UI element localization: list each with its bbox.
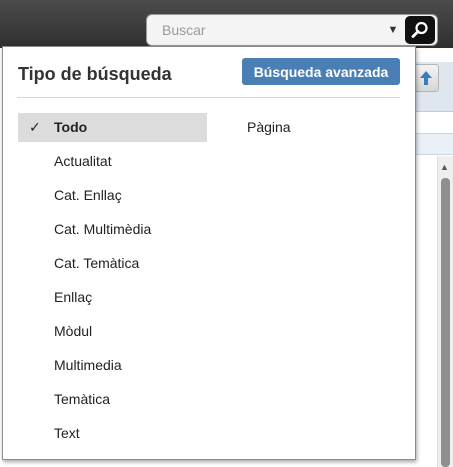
scroll-up-icon[interactable]: ▲ <box>440 162 449 172</box>
type-item-label: Cat. Multimèdia <box>54 221 152 237</box>
type-item-label: Mòdul <box>54 323 93 339</box>
scrollbar-thumb[interactable] <box>441 178 450 467</box>
advanced-search-button[interactable]: Búsqueda avanzada <box>242 58 400 85</box>
type-item-cat-tematica[interactable]: Cat. Temàtica <box>18 249 207 283</box>
panel-title: Tipo de búsqueda <box>18 64 172 84</box>
search-button[interactable] <box>405 16 435 44</box>
search-type-list: ✓ Todo Actualitat Cat. Enllaç Cat. Multi… <box>18 113 207 453</box>
search-box: ▼ <box>146 14 438 46</box>
type-item-cat-multimedia[interactable]: Cat. Multimèdia <box>18 215 207 249</box>
type-item-modul[interactable]: Mòdul <box>18 317 207 351</box>
type-item-multimedia[interactable]: Multimedia <box>18 351 207 385</box>
type-item-label: Multimedia <box>54 357 122 373</box>
type-item-tematica[interactable]: Temàtica <box>18 385 207 419</box>
background-header-row <box>415 133 453 155</box>
divider <box>17 97 400 98</box>
secondary-type-list: Pàgina <box>247 113 291 142</box>
check-icon: ✓ <box>29 119 41 135</box>
type-item-label: Todo <box>54 119 88 135</box>
type-item-label: Enllaç <box>54 289 93 305</box>
type-item-label: Actualitat <box>54 153 112 169</box>
magnifier-icon <box>411 21 428 38</box>
type-item-pagina[interactable]: Pàgina <box>247 113 291 142</box>
type-item-enllac[interactable]: Enllaç <box>18 283 207 317</box>
type-item-text[interactable]: Text <box>18 419 207 453</box>
type-item-label: Cat. Temàtica <box>54 255 140 271</box>
type-item-label: Cat. Enllaç <box>54 187 122 203</box>
type-item-actualitat[interactable]: Actualitat <box>18 147 207 181</box>
arrow-up-icon[interactable] <box>413 64 439 92</box>
search-input[interactable] <box>153 19 401 41</box>
scrollbar[interactable]: ▲ <box>437 156 453 467</box>
type-item-todo[interactable]: ✓ Todo <box>18 113 207 142</box>
type-item-label: Temàtica <box>54 391 111 407</box>
search-type-panel: Tipo de búsqueda Búsqueda avanzada ✓ Tod… <box>2 46 416 460</box>
chevron-down-icon[interactable]: ▼ <box>386 23 400 37</box>
type-item-cat-enllac[interactable]: Cat. Enllaç <box>18 181 207 215</box>
top-bar: ▼ <box>0 0 453 48</box>
type-item-label: Text <box>54 425 80 441</box>
